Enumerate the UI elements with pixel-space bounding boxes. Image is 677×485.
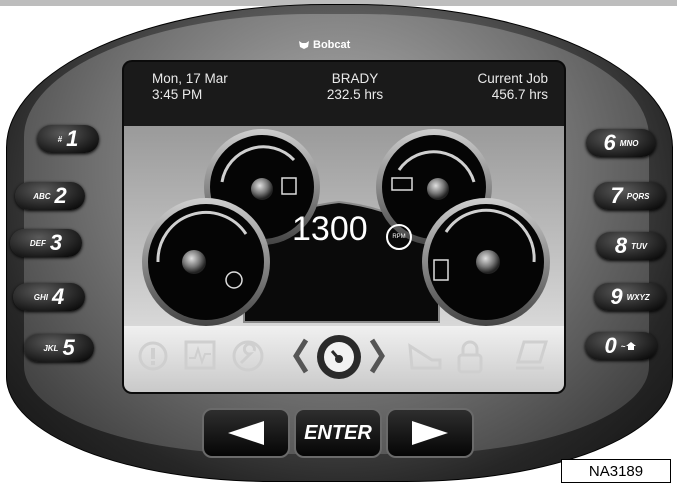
key-8-number: 8 <box>614 233 628 258</box>
key-1-letters: # <box>57 134 63 144</box>
rpm-icon: RPM <box>386 224 412 250</box>
key-3-number: 3 <box>49 230 63 255</box>
enter-button[interactable]: ENTER <box>294 408 382 458</box>
key-7-letters: PQRS <box>626 191 650 201</box>
key-2-letters: ABC <box>33 191 51 201</box>
enter-label: ENTER <box>304 421 372 444</box>
rpm-unit: RPM <box>392 234 406 240</box>
key-2[interactable]: ABC 2 <box>15 182 85 210</box>
key-9[interactable]: 9 WXYZ <box>594 283 666 311</box>
warning-icon[interactable] <box>138 340 168 372</box>
key-7[interactable]: 7 PQRS <box>594 182 666 210</box>
menu-left-arrow-icon[interactable] <box>292 336 310 376</box>
display-screen: Mon, 17 Mar 3:45 PM BRADY 232.5 hrs Curr… <box>122 60 566 394</box>
key-4[interactable]: GHI 4 <box>13 283 85 311</box>
key-2-number: 2 <box>54 183 67 208</box>
key-4-letters: GHI <box>33 292 48 302</box>
brand-name: Bobcat <box>313 39 351 51</box>
bobcat-logo: Bobcat <box>298 38 368 52</box>
engine-oil-temp-gauge <box>142 198 270 326</box>
key-7-number: 7 <box>610 183 623 208</box>
key-0[interactable]: 0 ~ <box>585 332 657 360</box>
key-3-letters: DEF <box>29 238 46 248</box>
laptop-icon[interactable] <box>514 340 550 372</box>
menu-right-arrow-icon[interactable] <box>368 336 386 376</box>
key-5-number: 5 <box>62 335 75 360</box>
right-arrow-icon <box>412 421 448 445</box>
wrench-icon[interactable] <box>232 340 264 372</box>
key-8[interactable]: 8 TUV <box>596 232 666 260</box>
key-0-number: 0 <box>604 333 617 358</box>
key-6-number: 6 <box>603 130 616 155</box>
key-5-letters: JKL <box>43 343 59 353</box>
key-3[interactable]: DEF 3 <box>10 229 82 257</box>
home-icon <box>626 342 637 350</box>
key-6[interactable]: 6 MNO <box>586 129 656 157</box>
gauge-icon[interactable] <box>314 332 364 382</box>
graph-icon[interactable] <box>184 340 216 370</box>
key-8-letters: TUV <box>631 241 648 251</box>
figure-reference: NA3189 <box>561 459 671 483</box>
left-arrow-icon <box>228 421 264 445</box>
key-9-number: 9 <box>610 284 623 309</box>
menu-icon-bar <box>124 326 564 392</box>
display-panel-figure: Bobcat Mon, 17 Mar 3:45 PM BRADY 232.5 h… <box>0 0 677 485</box>
bobcat-head-icon <box>299 41 309 49</box>
key-6-letters: MNO <box>619 138 639 148</box>
hydraulic-temp-gauge <box>422 198 550 326</box>
key-1[interactable]: #1 <box>37 125 99 153</box>
right-arrow-button[interactable] <box>386 408 474 458</box>
rpm-value: 1300 <box>292 210 368 248</box>
left-arrow-button[interactable] <box>202 408 290 458</box>
lift-arm-icon[interactable] <box>406 340 444 372</box>
key-5[interactable]: JKL 5 <box>24 334 94 362</box>
key-9-letters: WXYZ <box>626 292 650 302</box>
key-1-number: 1 <box>66 126 79 151</box>
key-4-number: 4 <box>51 284 65 309</box>
lock-icon[interactable] <box>456 340 484 374</box>
